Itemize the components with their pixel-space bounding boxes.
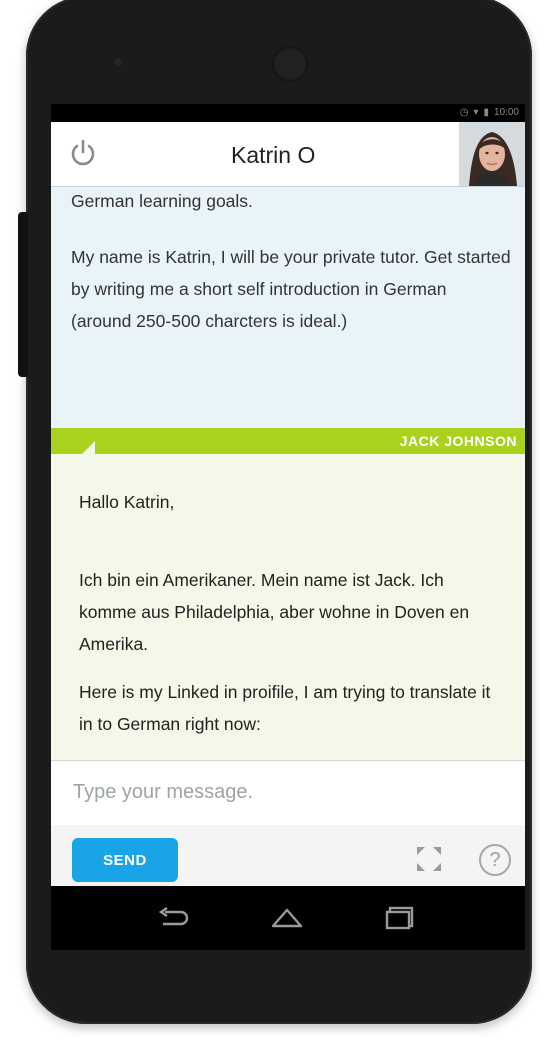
power-icon[interactable] (69, 139, 97, 167)
recent-apps-icon[interactable] (385, 906, 415, 930)
front-sensor (114, 58, 122, 66)
status-time: 10:00 (493, 107, 519, 118)
student-message: Hallo Katrin, Ich bin ein Amerikaner. Me… (51, 454, 525, 760)
battery-icon: ▮ (483, 107, 489, 118)
alarm-icon: ◷ (459, 107, 469, 118)
composer-toolbar: SEND ? (51, 825, 525, 886)
page-title: Katrin O (231, 142, 316, 168)
student-greeting: Hallo Katrin, (79, 492, 175, 512)
avatar[interactable] (459, 122, 525, 186)
speech-notch (81, 441, 95, 455)
sender-name: JACK JOHNSON (399, 433, 517, 449)
send-button[interactable]: SEND (72, 838, 178, 882)
sender-banner: JACK JOHNSON (51, 428, 525, 454)
composer (51, 760, 525, 826)
home-icon[interactable] (269, 904, 305, 930)
tutor-message-line: German learning goals. (71, 191, 253, 211)
side-button (18, 212, 28, 377)
tutor-message-paragraph: My name is Katrin, I will be your privat… (71, 247, 511, 331)
tutor-portrait (459, 122, 525, 186)
front-camera (272, 46, 308, 82)
status-bar: ◷ ▾ ▮ 10:00 (51, 104, 525, 122)
expand-icon[interactable] (415, 845, 443, 873)
chat-header: Katrin O (51, 122, 525, 187)
tutor-message: German learning goals. My name is Katrin… (51, 187, 525, 428)
screen: ◷ ▾ ▮ 10:00 Katrin O German learning goa… (51, 104, 525, 886)
message-input[interactable] (71, 775, 505, 809)
student-paragraph: Here is my Linked in proifile, I am tryi… (79, 682, 491, 734)
student-paragraph: Ich bin ein Amerikaner. Mein name ist Ja… (79, 570, 470, 654)
android-nav-bar (51, 886, 525, 950)
help-icon[interactable]: ? (479, 844, 511, 876)
wifi-icon: ▾ (473, 107, 479, 118)
back-icon[interactable] (155, 906, 191, 930)
